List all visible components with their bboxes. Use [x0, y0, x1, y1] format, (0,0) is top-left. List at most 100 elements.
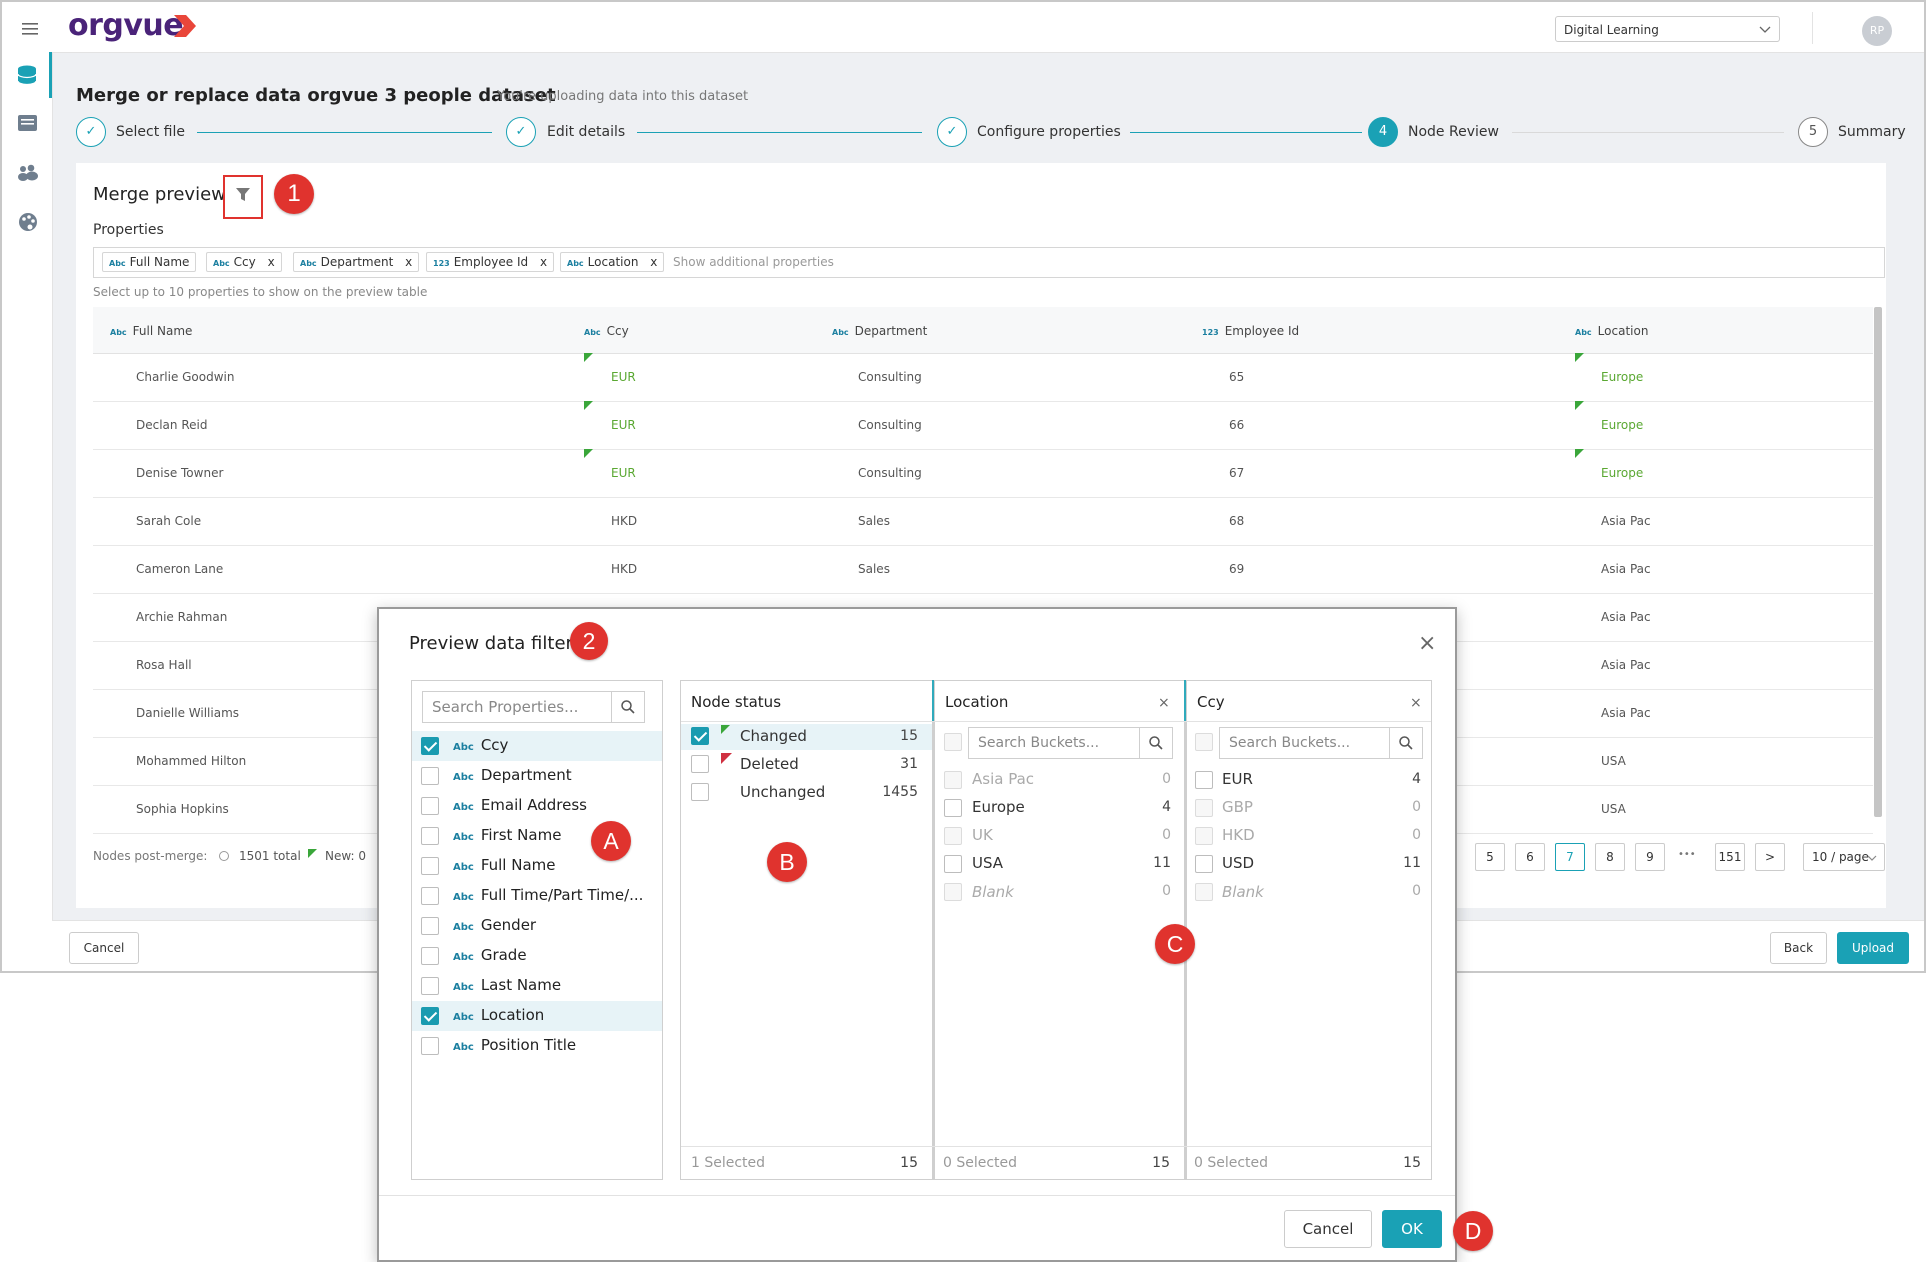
checkbox[interactable] — [421, 1037, 439, 1055]
checkbox[interactable] — [1195, 799, 1213, 817]
dialog-footer-divider — [379, 1195, 1455, 1196]
column-header-full-name[interactable]: Abc Full Name — [110, 324, 192, 338]
callout-badge-2: 2 — [570, 622, 608, 660]
bucket-label: UK — [972, 826, 993, 844]
deleted-flag-icon — [721, 753, 732, 764]
status-label: Deleted — [740, 755, 799, 773]
cell-employee-id: 66 — [1229, 418, 1245, 432]
ccy-filter-title: Ccy — [1197, 693, 1225, 711]
chip-label: Employee Id — [453, 255, 529, 269]
database-icon[interactable] — [17, 65, 37, 91]
avatar[interactable]: RP — [1862, 16, 1892, 46]
column-header-location[interactable]: Abc Location — [1575, 324, 1648, 338]
column-header-ccy[interactable]: Abc Ccy — [584, 324, 629, 338]
checkbox[interactable] — [421, 827, 439, 845]
checkbox[interactable] — [421, 767, 439, 785]
chip-remove-button[interactable]: x — [540, 255, 547, 269]
checkbox[interactable] — [421, 887, 439, 905]
people-icon[interactable] — [17, 164, 39, 186]
changed-flag-icon — [1575, 353, 1584, 362]
workspace-select[interactable]: Digital Learning — [1555, 16, 1780, 42]
search-icon[interactable] — [611, 691, 645, 723]
changed-flag-icon — [1575, 449, 1584, 458]
chip-full-name: Abc Full Name — [102, 252, 197, 272]
row-divider — [93, 449, 1873, 450]
page-button[interactable]: 6 — [1515, 843, 1545, 871]
hamburger-menu-icon[interactable] — [22, 20, 38, 35]
chip-remove-button[interactable]: x — [405, 255, 412, 269]
location-search-input[interactable]: Search Buckets... — [968, 727, 1140, 759]
checkbox[interactable] — [1195, 883, 1213, 901]
checkbox[interactable] — [421, 917, 439, 935]
select-all-checkbox[interactable] — [1195, 733, 1213, 751]
checkbox[interactable] — [691, 727, 709, 745]
remove-location-filter-icon[interactable]: × — [1158, 695, 1170, 711]
search-icon[interactable] — [1139, 727, 1173, 759]
checkbox[interactable] — [1195, 771, 1213, 789]
bucket-label: USA — [972, 854, 1004, 872]
page-button[interactable]: 5 — [1475, 843, 1505, 871]
table-scrollbar[interactable] — [1874, 307, 1882, 817]
chevron-down-icon — [1759, 26, 1771, 33]
checkbox[interactable] — [691, 755, 709, 773]
page-button[interactable]: 9 — [1635, 843, 1665, 871]
merge-preview-title: Merge preview — [93, 184, 226, 205]
callout-badge-d: D — [1453, 1211, 1493, 1251]
remove-ccy-filter-icon[interactable]: × — [1410, 695, 1422, 711]
bucket-label: Asia Pac — [972, 770, 1035, 788]
ccy-search-input[interactable]: Search Buckets... — [1219, 727, 1391, 759]
back-button[interactable]: Back — [1770, 932, 1827, 964]
page-ellipsis[interactable]: ••• — [1678, 849, 1696, 860]
chip-remove-button[interactable]: x — [268, 255, 275, 269]
cancel-button[interactable]: Cancel — [69, 932, 139, 964]
page-button[interactable]: 151 — [1715, 843, 1745, 871]
checkbox[interactable] — [421, 1007, 439, 1025]
select-all-checkbox[interactable] — [944, 733, 962, 751]
checkbox[interactable] — [691, 783, 709, 801]
chip-remove-button[interactable]: x — [650, 255, 657, 269]
node-status-total: 15 — [900, 1155, 918, 1171]
step-connector — [1512, 132, 1784, 133]
checkbox[interactable] — [1195, 855, 1213, 873]
palette-icon[interactable] — [18, 212, 38, 236]
changed-flag-icon — [584, 401, 593, 410]
callout-badge-a: A — [591, 821, 631, 861]
checkbox[interactable] — [421, 737, 439, 755]
next-page-button[interactable]: > — [1755, 843, 1785, 871]
filter-button[interactable] — [223, 175, 263, 219]
callout-badge-b: B — [767, 842, 807, 882]
step-4-label: Node Review — [1408, 124, 1499, 140]
search-properties-input[interactable]: Search Properties... — [422, 691, 612, 723]
logo-text: orgvue — [68, 8, 184, 43]
checkbox[interactable] — [1195, 827, 1213, 845]
cell-location: Asia Pac — [1601, 514, 1651, 528]
checkbox[interactable] — [421, 977, 439, 995]
checkbox[interactable] — [944, 827, 962, 845]
property-label: Abc Full Name — [453, 856, 556, 874]
page-button-current[interactable]: 7 — [1555, 843, 1585, 871]
page-button[interactable]: 8 — [1595, 843, 1625, 871]
page-size-select[interactable]: 10 / page — [1803, 843, 1885, 871]
upload-button[interactable]: Upload — [1837, 932, 1909, 964]
checkbox[interactable] — [421, 947, 439, 965]
checkbox[interactable] — [944, 855, 962, 873]
document-icon[interactable] — [18, 115, 37, 135]
dialog-cancel-button[interactable]: Cancel — [1284, 1210, 1372, 1248]
bucket-count: 0 — [1412, 883, 1421, 899]
close-icon[interactable]: × — [1418, 631, 1436, 656]
filter-icon — [236, 188, 250, 201]
column-header-employee-id[interactable]: 123 Employee Id — [1202, 324, 1299, 338]
column-header-department[interactable]: Abc Department — [832, 324, 927, 338]
checkbox[interactable] — [421, 797, 439, 815]
checkbox[interactable] — [944, 799, 962, 817]
show-additional-properties[interactable]: Show additional properties — [673, 255, 834, 269]
property-label: Abc Ccy — [453, 736, 509, 754]
chip-label: Ccy — [233, 255, 256, 269]
checkbox[interactable] — [944, 883, 962, 901]
search-icon[interactable] — [1389, 727, 1423, 759]
dialog-ok-button[interactable]: OK — [1382, 1210, 1442, 1248]
page-size-value: 10 / page — [1812, 850, 1869, 864]
checkbox[interactable] — [421, 857, 439, 875]
checkbox[interactable] — [944, 771, 962, 789]
row-divider — [93, 593, 1873, 594]
